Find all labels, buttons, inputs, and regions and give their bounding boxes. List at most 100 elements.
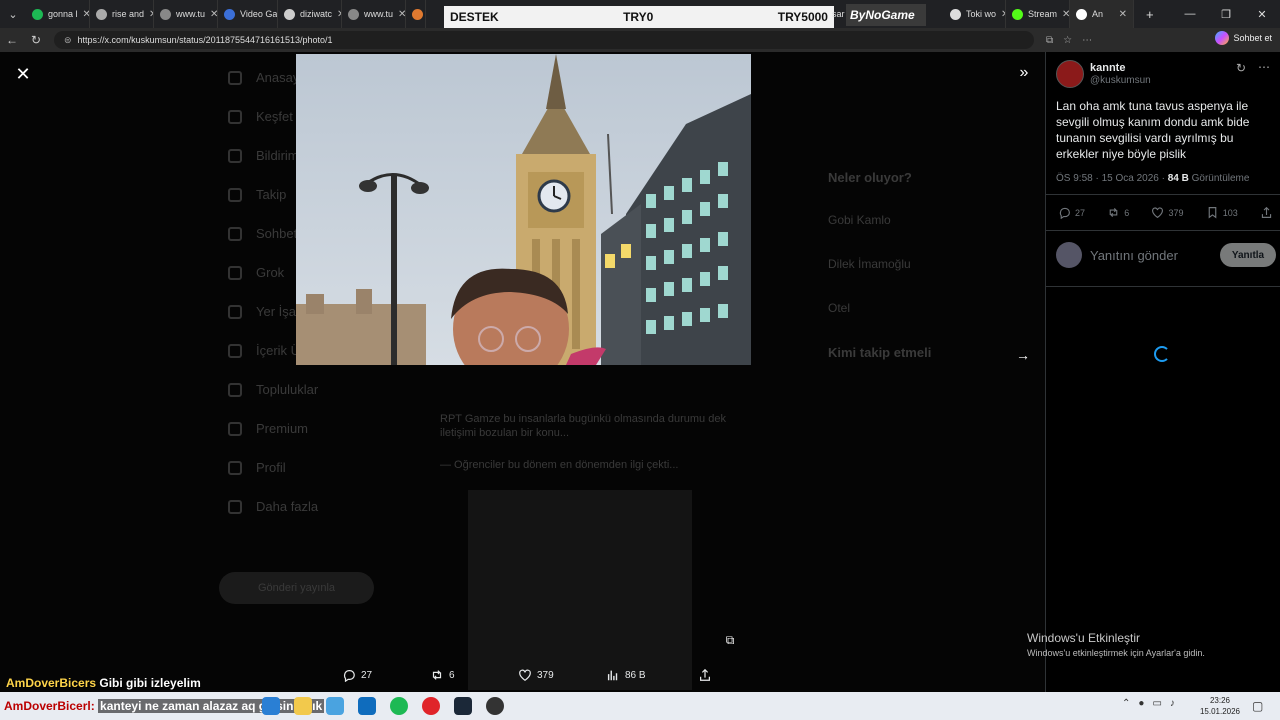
viewer-reply-count: 27	[361, 669, 373, 681]
edge-icon[interactable]	[262, 697, 280, 715]
viewer-share-button[interactable]	[698, 668, 712, 682]
arrow-right-icon[interactable]: →	[1012, 344, 1034, 366]
nav-item-icon	[228, 382, 242, 397]
bookmark-button[interactable]: 103	[1206, 206, 1238, 219]
views-icon	[607, 670, 618, 681]
nav-item-label: Premium	[256, 421, 309, 436]
chat-username: AmDoverBicerl:	[4, 699, 95, 713]
tweet-text: Lan oha amk tuna tavus aspenya ile sevgi…	[1056, 99, 1250, 161]
browser-tab[interactable]: An ✕	[1070, 0, 1134, 28]
repost-button[interactable]: 6	[1107, 206, 1129, 219]
browser-tab[interactable]: Video Game✕	[218, 0, 278, 28]
loading-spinner-icon	[1154, 346, 1170, 362]
tab-favicon-icon	[160, 8, 171, 20]
store-icon[interactable]	[326, 697, 344, 715]
viewer-views-button[interactable]: 86 B	[606, 668, 698, 682]
mic-icon[interactable]: ●	[1138, 698, 1144, 709]
minimize-icon[interactable]: —	[1172, 0, 1208, 28]
nav-item-icon	[228, 421, 242, 436]
browser-tab[interactable]: Stream ✕	[1006, 0, 1070, 28]
background-post-line: RPT Gamze bu insanlarla bugünkü olmasınd…	[440, 413, 726, 439]
reply-button[interactable]: 27	[1058, 206, 1085, 219]
tab-close-icon[interactable]: ✕	[1119, 9, 1127, 20]
save-image-icon[interactable]: ⧉	[721, 631, 739, 649]
back-icon[interactable]: ←	[0, 33, 24, 47]
grok-icon[interactable]: ↻	[1236, 61, 1246, 75]
share-button[interactable]	[1260, 206, 1273, 219]
close-window-icon[interactable]: ✕	[1244, 0, 1280, 28]
new-tab-icon[interactable]: +	[1140, 0, 1160, 28]
tab-close-icon[interactable]: ✕	[83, 9, 89, 20]
extensions-icon[interactable]: ⧉	[1046, 35, 1053, 46]
browser-tab[interactable]: gonna l ✕	[26, 0, 90, 28]
copilot-chat-button[interactable]: Sohbet et	[1215, 31, 1272, 45]
viewer-reply-button[interactable]: 27	[342, 668, 430, 682]
browser-tab[interactable]: Toki wo✕	[944, 0, 1006, 28]
tab-close-icon[interactable]: ✕	[210, 9, 217, 20]
heart-icon	[1152, 207, 1164, 219]
taskbar-apps	[262, 697, 504, 715]
share-icon	[700, 668, 710, 681]
tab-favicon-icon	[348, 8, 359, 20]
big-ben-selfie-illustration	[296, 54, 751, 365]
tab-label: www.tu	[364, 9, 394, 19]
tweet-photo[interactable]	[296, 54, 751, 365]
browser-tab[interactable]: rise and✕	[90, 0, 154, 28]
favorites-icon[interactable]: ☆	[1063, 35, 1072, 46]
steam-icon[interactable]	[454, 697, 472, 715]
chevron-up-icon[interactable]: ⌃	[1122, 698, 1130, 709]
viewer-like-button[interactable]: 379	[518, 668, 606, 682]
viewer-repost-button[interactable]: 6	[430, 668, 518, 682]
tweet-views-label: Görüntüleme	[1188, 173, 1250, 184]
more-icon[interactable]: ⋯	[1082, 35, 1092, 46]
file-explorer-icon[interactable]	[294, 697, 312, 715]
tab-favicon-icon	[32, 8, 43, 20]
tab-close-icon[interactable]: ✕	[398, 9, 405, 20]
network-icon[interactable]: ▭	[1152, 698, 1161, 709]
bookmark-icon	[1208, 207, 1217, 219]
background-post-text: RPT Gamze bu insanlarla bugünkü olmasınd…	[440, 412, 760, 472]
volume-icon[interactable]: ♪	[1170, 698, 1175, 709]
activation-subtitle: Windows'u etkinleştirmek için Ayarlar'a …	[1027, 648, 1205, 658]
nav-item-label: Takip	[256, 187, 287, 202]
author-name[interactable]: kannte	[1090, 62, 1151, 74]
author-handle[interactable]: @kuskumsun	[1090, 75, 1151, 86]
obs-icon[interactable]	[486, 697, 504, 715]
spotify-icon[interactable]	[390, 697, 408, 715]
browser-tab[interactable]: diziwatc✕	[278, 0, 342, 28]
reply-input[interactable]: Yanıtını gönder	[1090, 248, 1220, 263]
close-viewer-icon[interactable]: ✕	[12, 63, 34, 85]
notification-icon[interactable]: ▢	[1252, 699, 1263, 713]
tab-favicon-icon	[96, 8, 107, 20]
browser-tab[interactable]: an	[406, 0, 426, 28]
nav-item-icon	[228, 499, 242, 514]
tab-close-icon[interactable]: ✕	[1062, 9, 1069, 20]
tweet-time[interactable]: ÖS 9:58 · 15 Oca 2026 ·	[1056, 173, 1168, 184]
double-chevron-right-icon[interactable]: »	[1013, 62, 1035, 84]
tab-fragment[interactable]: sar	[832, 9, 845, 19]
avatar	[1056, 242, 1082, 268]
url-field[interactable]: ⊜ https://x.com/kuskumsun/status/2011875…	[54, 31, 1034, 49]
nav-item-icon	[228, 304, 242, 319]
like-button[interactable]: 379	[1151, 206, 1184, 219]
viewer-like-count: 379	[537, 669, 554, 681]
reply-composer: Yanıtını gönder Yanıtla	[1056, 242, 1276, 268]
browser-tab[interactable]: www.tu ✕	[342, 0, 406, 28]
reply-submit-button[interactable]: Yanıtla	[1220, 243, 1276, 267]
outlook-icon[interactable]	[358, 697, 376, 715]
browser-tab[interactable]: www.tu ✕	[154, 0, 218, 28]
nav-item-icon	[228, 460, 242, 475]
avatar[interactable]	[1056, 60, 1084, 88]
reply-icon	[1059, 207, 1070, 219]
taskbar-clock[interactable]: 23:26 15.01.2026	[1198, 695, 1242, 717]
tweet-author[interactable]: kannte @kuskumsun	[1056, 60, 1151, 88]
tab-list-menu[interactable]: ⌄	[0, 0, 26, 28]
nav-item-icon	[228, 70, 242, 85]
nav-item-label: Sohbet	[256, 226, 298, 241]
site-info-icon[interactable]: ⊜	[64, 35, 72, 46]
bynogame-logo: ByNoGame	[846, 4, 926, 26]
opera-icon[interactable]	[422, 697, 440, 715]
maximize-icon[interactable]: ❐	[1208, 0, 1244, 28]
reload-icon[interactable]: ↻	[24, 33, 48, 47]
more-options-icon[interactable]: ⋯	[1258, 60, 1270, 74]
